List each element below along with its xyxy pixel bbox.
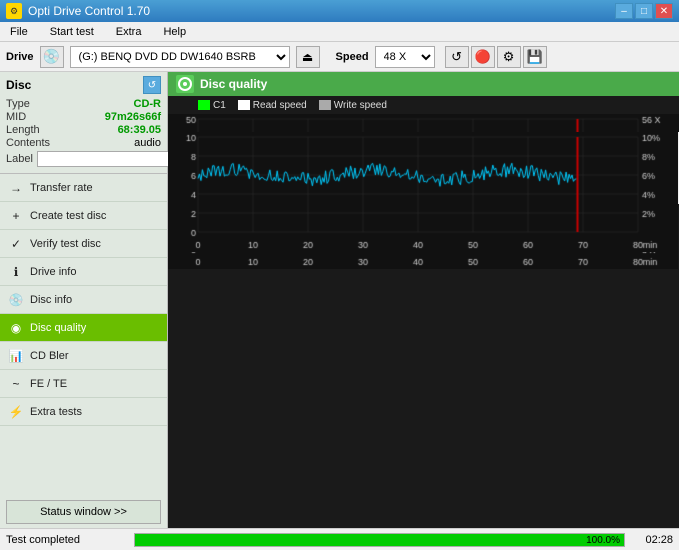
- nav-extra-tests[interactable]: ⚡ Extra tests: [0, 398, 167, 426]
- disc-quality-header: Disc quality: [168, 72, 679, 96]
- disc-length-value: 68:39.05: [118, 124, 161, 136]
- disk-button[interactable]: 🔴: [471, 46, 495, 68]
- legend-read-speed: Read speed: [238, 100, 307, 111]
- sidebar: Disc ↺ Type CD-R MID 97m26s66f Length 68…: [0, 72, 168, 528]
- menu-start-test[interactable]: Start test: [44, 24, 100, 40]
- disc-type-value: CD-R: [134, 98, 162, 110]
- speed-select[interactable]: 48 X: [375, 46, 435, 68]
- refresh-button[interactable]: ↺: [445, 46, 469, 68]
- lower-chart: [168, 132, 678, 252]
- nav-fe-te[interactable]: ~ FE / TE: [0, 370, 167, 398]
- nav-drive-info-label: Drive info: [30, 266, 76, 278]
- legend-write-speed-label: Write speed: [334, 100, 387, 111]
- progress-bar-fill: [135, 534, 624, 546]
- legend-c1: C1: [198, 100, 226, 111]
- disc-quality-icon: ◉: [8, 320, 24, 336]
- nav-disc-info-label: Disc info: [30, 294, 72, 306]
- nav-disc-quality[interactable]: ◉ Disc quality: [0, 314, 167, 342]
- time-display: 02:28: [633, 534, 673, 546]
- settings-button[interactable]: ⚙: [497, 46, 521, 68]
- disc-length-label: Length: [6, 124, 40, 136]
- drive-label: Drive: [6, 51, 34, 63]
- nav-disc-info[interactable]: 💿 Disc info: [0, 286, 167, 314]
- status-text: Test completed: [6, 534, 126, 546]
- drivebar: Drive 💿 (G:) BENQ DVD DD DW1640 BSRB ⏏ S…: [0, 42, 679, 72]
- fe-te-icon: ~: [8, 376, 24, 392]
- disc-label-label: Label: [6, 153, 33, 165]
- chart-legend-upper: C1 Read speed Write speed: [168, 96, 679, 114]
- content-area: Disc quality C1 Read speed Write speed: [168, 72, 679, 528]
- statusbar: Test completed 100.0% 02:28: [0, 528, 679, 550]
- nav-verify-test-disc[interactable]: ✓ Verify test disc: [0, 230, 167, 258]
- toolbar-icons: ↺ 🔴 ⚙ 💾: [445, 46, 547, 68]
- nav-transfer-rate[interactable]: → Transfer rate: [0, 174, 167, 202]
- transfer-rate-icon: →: [8, 180, 24, 196]
- legend-c1-color: [198, 100, 210, 110]
- create-test-disc-icon: +: [8, 208, 24, 224]
- progress-bar-container: 100.0%: [134, 533, 625, 547]
- cd-bler-icon: 📊: [8, 348, 24, 364]
- drive-info-icon: ℹ: [8, 264, 24, 280]
- disc-quality-header-icon: [176, 75, 194, 93]
- legend-write-speed-color: [319, 100, 331, 110]
- save-button[interactable]: 💾: [523, 46, 547, 68]
- nav-create-test-disc-label: Create test disc: [30, 210, 106, 222]
- disc-mid-label: MID: [6, 111, 26, 123]
- drive-select[interactable]: (G:) BENQ DVD DD DW1640 BSRB: [70, 46, 290, 68]
- speed-label: Speed: [336, 51, 369, 63]
- disc-quality-title: Disc quality: [200, 77, 267, 91]
- close-button[interactable]: ✕: [655, 3, 673, 19]
- nav-disc-quality-label: Disc quality: [30, 322, 86, 334]
- status-window-button[interactable]: Status window >>: [6, 500, 161, 524]
- nav-menu: → Transfer rate + Create test disc ✓ Ver…: [0, 174, 167, 496]
- nav-cd-bler[interactable]: 📊 CD Bler: [0, 342, 167, 370]
- disc-panel-title: Disc: [6, 78, 31, 92]
- nav-verify-test-disc-label: Verify test disc: [30, 238, 101, 250]
- disc-info-icon: 💿: [8, 292, 24, 308]
- nav-fe-te-label: FE / TE: [30, 378, 67, 390]
- extra-tests-icon: ⚡: [8, 404, 24, 420]
- disc-type-label: Type: [6, 98, 30, 110]
- disc-contents-label: Contents: [6, 137, 50, 149]
- nav-extra-tests-label: Extra tests: [30, 406, 82, 418]
- nav-drive-info[interactable]: ℹ Drive info: [0, 258, 167, 286]
- progress-text: 100.0%: [586, 534, 620, 548]
- verify-test-disc-icon: ✓: [8, 236, 24, 252]
- legend-write-speed: Write speed: [319, 100, 387, 111]
- legend-c1-label: C1: [213, 100, 226, 111]
- legend-read-speed-label: Read speed: [253, 100, 307, 111]
- eject-button[interactable]: ⏏: [296, 46, 320, 68]
- disc-panel: Disc ↺ Type CD-R MID 97m26s66f Length 68…: [0, 72, 167, 174]
- nav-create-test-disc[interactable]: + Create test disc: [0, 202, 167, 230]
- nav-transfer-rate-label: Transfer rate: [30, 182, 93, 194]
- disc-mid-value: 97m26s66f: [105, 111, 161, 123]
- menu-file[interactable]: File: [4, 24, 34, 40]
- menu-help[interactable]: Help: [157, 24, 192, 40]
- menu-extra[interactable]: Extra: [110, 24, 148, 40]
- titlebar: ⚙ Opti Drive Control 1.70 – □ ✕: [0, 0, 679, 22]
- app-icon: ⚙: [6, 3, 22, 19]
- legend-read-speed-color: [238, 100, 250, 110]
- minimize-button[interactable]: –: [615, 3, 633, 19]
- disc-contents-value: audio: [134, 137, 161, 149]
- app-title: Opti Drive Control 1.70: [28, 4, 150, 18]
- disc-refresh-button[interactable]: ↺: [143, 76, 161, 94]
- maximize-button[interactable]: □: [635, 3, 653, 19]
- window-controls: – □ ✕: [615, 3, 673, 19]
- drive-icon: 💿: [40, 46, 64, 68]
- nav-cd-bler-label: CD Bler: [30, 350, 69, 362]
- main-layout: Disc ↺ Type CD-R MID 97m26s66f Length 68…: [0, 72, 679, 528]
- menubar: File Start test Extra Help: [0, 22, 679, 42]
